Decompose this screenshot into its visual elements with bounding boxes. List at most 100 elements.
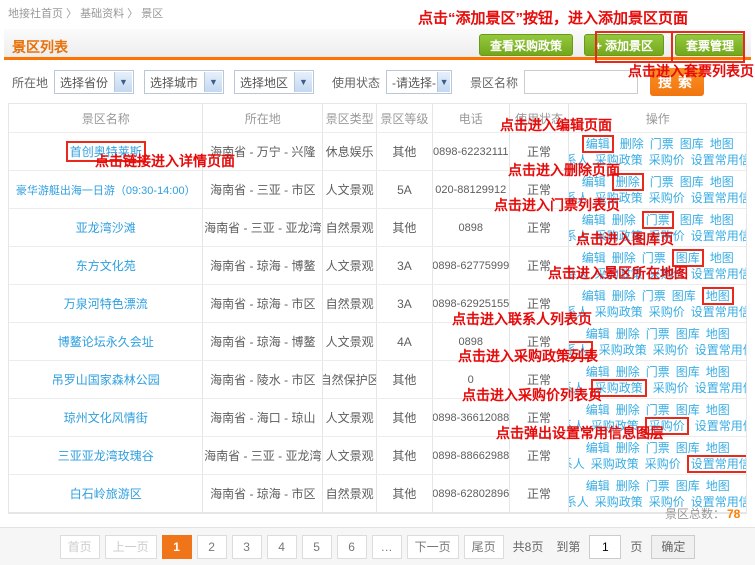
op-contacts-link[interactable]: 联系人 — [569, 457, 584, 471]
op-purchase-price-link[interactable]: 采购价 — [653, 343, 689, 357]
op-map-link[interactable]: 地图 — [710, 175, 734, 189]
op-map-link[interactable]: 地图 — [710, 213, 734, 227]
op-ticket-link[interactable]: 门票 — [646, 365, 670, 379]
op-gallery-link[interactable]: 图库 — [680, 175, 704, 189]
scenic-name-link[interactable]: 亚龙湾沙滩 — [76, 219, 136, 236]
cell-type: 人文景观 — [323, 437, 377, 474]
view-purchase-policy-button[interactable]: 查看采购政策 — [479, 34, 573, 56]
cell-type: 自然景观 — [323, 285, 377, 322]
scenic-name-link[interactable]: 琼州文化风情街 — [64, 409, 148, 426]
op-map-link[interactable]: 地图 — [706, 403, 730, 417]
op-map-link[interactable]: 地图 — [706, 479, 730, 493]
op-edit-link[interactable]: 编辑 — [586, 365, 610, 379]
scenic-name-link[interactable]: 东方文化苑 — [76, 257, 136, 274]
highlight-box-add-button — [595, 31, 673, 63]
op-ticket-link[interactable]: 门票 — [646, 403, 670, 417]
cell-location: 海南省 - 三亚 - 亚龙湾 — [203, 437, 323, 474]
op-gallery-link[interactable]: 图库 — [676, 441, 700, 455]
op-set-common-info-link[interactable]: 设置常用信息 — [695, 343, 746, 357]
scenic-name-link[interactable]: 博鳌论坛永久会址 — [58, 333, 154, 350]
op-gallery-link[interactable]: 图库 — [676, 479, 700, 493]
op-set-common-info-link[interactable]: 设置常用信息 — [691, 191, 746, 205]
scenic-name-link[interactable]: 吊罗山国家森林公园 — [52, 371, 160, 388]
op-purchase-price-link[interactable]: 采购价 — [649, 153, 685, 167]
op-set-common-info-link[interactable]: 设置常用信息 — [691, 267, 746, 281]
op-delete-link[interactable]: 删除 — [616, 479, 640, 493]
province-select[interactable]: 选择省份 ▼ — [54, 70, 134, 94]
status-select[interactable]: -请选择- ▼ — [386, 70, 452, 94]
cell-scenic-name: 博鳌论坛永久会址 — [9, 323, 203, 360]
op-purchase-price-link[interactable]: 采购价 — [649, 191, 685, 205]
op-purchase-policy-link[interactable]: 采购政策 — [599, 343, 647, 357]
op-gallery-link[interactable]: 图库 — [680, 137, 704, 151]
op-delete-link[interactable]: 删除 — [612, 289, 636, 303]
op-gallery-link[interactable]: 图库 — [676, 327, 700, 341]
op-purchase-price-link[interactable]: 采购价 — [653, 381, 689, 395]
op-map-link[interactable]: 地图 — [702, 287, 734, 305]
cell-location: 海南省 - 琼海 - 市区 — [203, 285, 323, 322]
district-select[interactable]: 选择地区 ▼ — [234, 70, 314, 94]
status-label: 使用状态 — [332, 74, 380, 91]
page-number-button[interactable]: 6 — [337, 535, 367, 559]
scenic-name-link[interactable]: 豪华游艇出海一日游（09:30-14:00） — [16, 182, 196, 198]
scenic-name-link[interactable]: 白石岭旅游区 — [70, 485, 142, 502]
op-ticket-link[interactable]: 门票 — [650, 137, 674, 151]
op-delete-link[interactable]: 删除 — [616, 403, 640, 417]
page-last-button[interactable]: 尾页 — [464, 535, 504, 559]
op-map-link[interactable]: 地图 — [706, 327, 730, 341]
cell-type: 自然保护区 — [323, 361, 377, 398]
op-set-common-info-link[interactable]: 设置常用信息 — [695, 419, 746, 433]
op-delete-link[interactable]: 删除 — [616, 365, 640, 379]
page-prev-button[interactable]: 上一页 — [105, 535, 157, 559]
op-ticket-link[interactable]: 门票 — [650, 175, 674, 189]
cell-grade: 其他 — [377, 209, 433, 246]
scenic-name-link[interactable]: 万泉河特色漂流 — [64, 295, 148, 312]
op-map-link[interactable]: 地图 — [706, 365, 730, 379]
goto-confirm-button[interactable]: 确定 — [651, 535, 695, 559]
op-map-link[interactable]: 地图 — [710, 251, 734, 265]
cell-type: 自然景观 — [323, 209, 377, 246]
op-delete-link[interactable]: 删除 — [616, 327, 640, 341]
page-first-button[interactable]: 首页 — [60, 535, 100, 559]
op-purchase-policy-link[interactable]: 采购政策 — [595, 305, 643, 319]
page-number-button[interactable]: 3 — [232, 535, 262, 559]
op-map-link[interactable]: 地图 — [706, 441, 730, 455]
op-gallery-link[interactable]: 图库 — [676, 403, 700, 417]
highlight-box-ticket-button — [671, 31, 745, 63]
op-edit-link[interactable]: 编辑 — [582, 135, 614, 153]
page-next-button[interactable]: 下一页 — [407, 535, 459, 559]
op-edit-link[interactable]: 编辑 — [582, 289, 606, 303]
op-purchase-price-link[interactable]: 采购价 — [649, 305, 685, 319]
col-header-name: 景区名称 — [9, 104, 203, 132]
op-ticket-link[interactable]: 门票 — [646, 327, 670, 341]
op-purchase-price-link[interactable]: 采购价 — [645, 457, 681, 471]
op-ticket-link[interactable]: 门票 — [642, 289, 666, 303]
goto-page-input[interactable] — [589, 535, 621, 559]
op-map-link[interactable]: 地图 — [710, 137, 734, 151]
op-set-common-info-link[interactable]: 设置常用信息 — [687, 455, 746, 473]
page-number-button[interactable]: 2 — [197, 535, 227, 559]
page-number-button[interactable]: 5 — [302, 535, 332, 559]
op-set-common-info-link[interactable]: 设置常用信息 — [691, 305, 746, 319]
breadcrumb[interactable]: 地接社首页 〉 基础资料 〉 景区 — [8, 5, 163, 21]
scenic-name-link[interactable]: 三亚亚龙湾玫瑰谷 — [58, 447, 154, 464]
city-select[interactable]: 选择城市 ▼ — [144, 70, 224, 94]
op-gallery-link[interactable]: 图库 — [672, 289, 696, 303]
total-count-label: 景区总数： — [665, 507, 725, 521]
scenic-name-input[interactable] — [524, 70, 638, 94]
op-gallery-link[interactable]: 图库 — [680, 213, 704, 227]
op-set-common-info-link[interactable]: 设置常用信息 — [691, 153, 746, 167]
op-gallery-link[interactable]: 图库 — [676, 365, 700, 379]
op-ticket-link[interactable]: 门票 — [642, 211, 674, 229]
page-number-button[interactable]: 1 — [162, 535, 192, 559]
op-delete-link[interactable]: 删除 — [620, 137, 644, 151]
total-count: 景区总数：78 — [8, 501, 747, 527]
page-number-button[interactable]: 4 — [267, 535, 297, 559]
op-set-common-info-link[interactable]: 设置常用信息 — [691, 229, 746, 243]
op-ticket-link[interactable]: 门票 — [646, 479, 670, 493]
annotation-contact-list: 点击进入联系人列表页 — [452, 309, 592, 329]
table-row: 豪华游艇出海一日游（09:30-14:00）海南省 - 三亚 - 市区人文景观5… — [9, 171, 746, 209]
op-set-common-info-link[interactable]: 设置常用信息 — [695, 381, 746, 395]
op-purchase-policy-link[interactable]: 采购政策 — [591, 457, 639, 471]
op-edit-link[interactable]: 编辑 — [586, 479, 610, 493]
